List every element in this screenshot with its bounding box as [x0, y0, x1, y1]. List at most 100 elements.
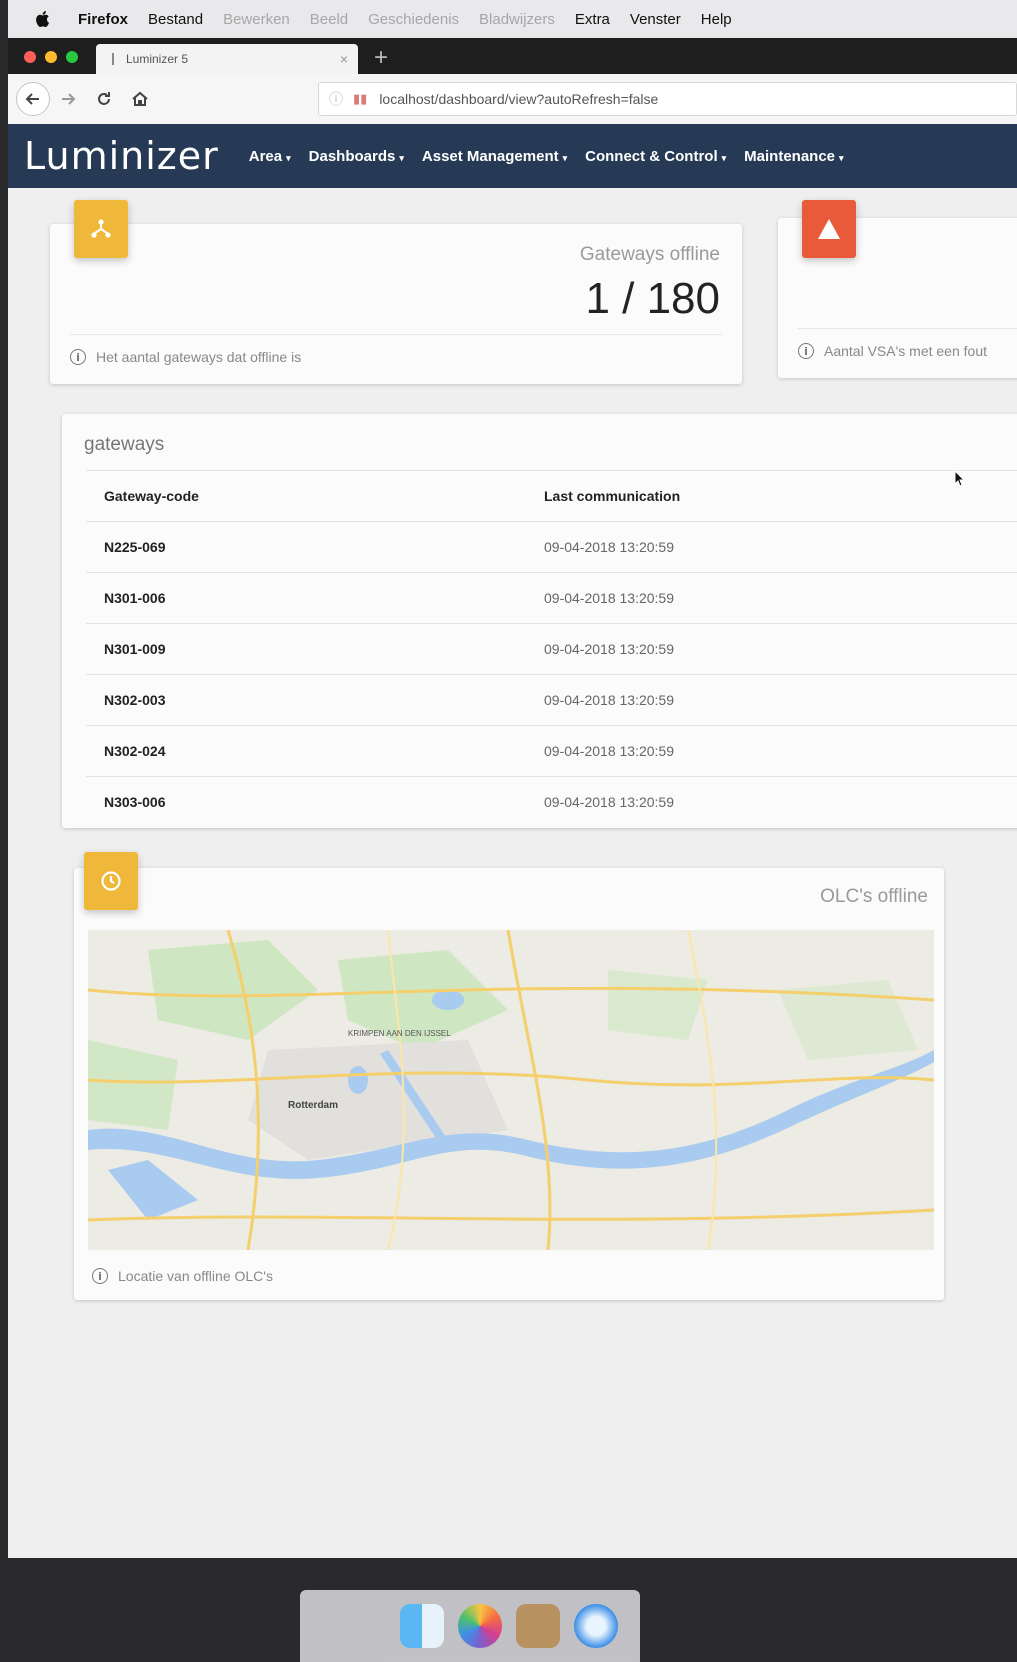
browser-toolbar: ⓘ ▮▮ localhost/dashboard/view?autoRefres… [8, 74, 1017, 125]
table-row[interactable]: N302-024 09-04-2018 13:20:59 [86, 725, 1017, 777]
browser-tabbar: Luminizer 5 × + [8, 38, 1017, 74]
gateway-network-icon [74, 200, 128, 258]
warning-icon [802, 200, 856, 258]
table-row[interactable]: N301-009 09-04-2018 13:20:59 [86, 623, 1017, 675]
safari-icon[interactable] [574, 1604, 618, 1648]
info-icon: i [70, 349, 86, 365]
macos-dock [300, 1590, 640, 1662]
nav-dashboards-label: Dashboards [308, 147, 396, 165]
caret-down-icon: ▾ [839, 152, 844, 163]
tab-favicon-icon [112, 53, 114, 65]
apple-icon[interactable] [34, 9, 52, 29]
menu-venster[interactable]: Venster [630, 11, 681, 28]
minimize-window-button[interactable] [45, 51, 57, 63]
gateway-code-cell: N301-006 [86, 572, 544, 624]
nav-connect-control-label: Connect & Control [585, 147, 718, 165]
menu-bewerken[interactable]: Bewerken [223, 11, 290, 28]
table-header-row: Gateway-code Last communication [86, 470, 1017, 522]
app-logo[interactable]: Luminizer [24, 134, 219, 178]
gateways-offline-value: 1 / 180 [585, 274, 720, 323]
caret-down-icon: ▾ [721, 152, 727, 163]
gateways-table-body: N225-069 09-04-2018 13:20:59 N301-006 09-04… [86, 521, 1017, 827]
finder-icon[interactable] [400, 1604, 444, 1648]
olc-offline-title: OLC's offline [820, 886, 928, 907]
gateway-code-cell: N302-003 [86, 674, 544, 726]
table-row[interactable]: N225-069 09-04-2018 13:20:59 [86, 521, 1017, 573]
back-button[interactable] [16, 82, 50, 116]
macos-menubar: Firefox Bestand Bewerken Beeld Geschiede… [8, 0, 1017, 38]
olc-offline-footer-text: Locatie van offline OLC's [118, 1268, 273, 1284]
triangle-alert-icon [818, 219, 840, 239]
browser-tab[interactable]: Luminizer 5 × [96, 44, 358, 74]
vsa-error-footer: i Aantal VSA's met een fout [798, 328, 1017, 359]
olc-location-map[interactable]: Rotterdam KRIMPEN AAN DEN IJSSEL [88, 930, 934, 1250]
nav-dashboards[interactable]: Dashboards ▾ [309, 148, 404, 165]
gateway-code-cell: N301-009 [86, 623, 544, 675]
olc-offline-card: OLC's offline Rotterdam KRIMPEN AAN DEN … [74, 852, 944, 1300]
home-button[interactable] [122, 81, 158, 117]
menu-bladwijzers[interactable]: Bladwijzers [479, 11, 555, 28]
reload-icon [98, 92, 110, 105]
caret-down-icon: ▾ [399, 152, 404, 163]
caret-down-icon: ▾ [286, 152, 291, 163]
gateways-offline-footer-text: Het aantal gateways dat offline is [96, 349, 302, 365]
network-tree-icon [91, 219, 111, 238]
url-text: localhost/dashboard/view?autoRefresh=fal… [379, 91, 659, 107]
gateway-code-cell: N302-024 [86, 725, 544, 777]
last-communication-cell: 09-04-2018 13:20:59 [544, 572, 1017, 624]
map-label-krimpen: KRIMPEN AAN DEN IJSSEL [348, 1029, 451, 1038]
clock-face-icon [101, 871, 121, 891]
reload-button[interactable] [86, 81, 122, 117]
nav-area-label: Area [248, 147, 283, 165]
gateway-code-cell: N303-006 [86, 776, 544, 827]
last-communication-cell: 09-04-2018 13:20:59 [544, 623, 1017, 675]
info-circle-icon[interactable]: ⓘ [329, 89, 343, 109]
column-header-last-communication[interactable]: Last communication [544, 470, 1017, 522]
info-icon: i [92, 1268, 108, 1284]
olc-offline-footer: i Locatie van offline OLC's [92, 1256, 932, 1284]
photos-icon[interactable] [458, 1604, 502, 1648]
close-window-button[interactable] [24, 51, 36, 63]
table-row[interactable]: N302-003 09-04-2018 13:20:59 [86, 674, 1017, 726]
last-communication-cell: 09-04-2018 13:20:59 [544, 521, 1017, 573]
gateways-table-title: gateways [84, 434, 165, 455]
arrow-right-icon [62, 93, 76, 105]
forward-button[interactable] [50, 81, 86, 117]
maximize-window-button[interactable] [66, 51, 78, 63]
home-icon [132, 91, 148, 106]
info-icon: i [798, 343, 814, 359]
window-controls [24, 51, 78, 63]
gateway-code-cell: N225-069 [86, 521, 544, 573]
lake [348, 1066, 368, 1094]
gateways-table-card: gateways Gateway-code Last communication… [62, 414, 1017, 828]
notebook-icon[interactable] [516, 1604, 560, 1648]
menu-extra[interactable]: Extra [575, 11, 610, 28]
gateways-offline-footer: i Het aantal gateways dat offline is [70, 334, 722, 365]
map-image[interactable]: Rotterdam KRIMPEN AAN DEN IJSSEL [88, 930, 934, 1250]
table-row[interactable]: N301-006 09-04-2018 13:20:59 [86, 572, 1017, 624]
nav-area[interactable]: Area ▾ [249, 148, 291, 165]
column-header-gateway-code[interactable]: Gateway-code [86, 470, 544, 522]
last-communication-cell: 09-04-2018 13:20:59 [544, 674, 1017, 726]
tab-close-icon[interactable]: × [340, 51, 348, 67]
last-communication-cell: 09-04-2018 13:20:59 [544, 725, 1017, 777]
menu-beeld[interactable]: Beeld [310, 11, 348, 28]
nav-connect-control[interactable]: Connect & Control ▾ [585, 148, 726, 165]
vsa-error-footer-text: Aantal VSA's met een fout [824, 343, 987, 359]
menu-help[interactable]: Help [701, 11, 732, 28]
nav-asset-management[interactable]: Asset Management ▾ [422, 148, 567, 165]
mouse-cursor-icon [954, 470, 966, 487]
menu-geschiedenis[interactable]: Geschiedenis [368, 11, 459, 28]
new-tab-button[interactable]: + [374, 46, 388, 70]
dashboard-content: Gateways offline 1 / 180 i Het aantal ga… [8, 188, 1017, 1558]
table-row[interactable]: N303-006 09-04-2018 13:20:59 [86, 776, 1017, 827]
nav-maintenance[interactable]: Maintenance ▾ [744, 148, 843, 165]
gateways-offline-card: Gateways offline 1 / 180 i Het aantal ga… [50, 200, 742, 384]
last-communication-cell: 09-04-2018 13:20:59 [544, 776, 1017, 827]
menu-firefox[interactable]: Firefox [78, 11, 128, 28]
address-bar[interactable]: ⓘ ▮▮ localhost/dashboard/view?autoRefres… [318, 82, 1017, 116]
gateways-table: Gateway-code Last communication N225-069… [86, 470, 1017, 827]
nav-maintenance-label: Maintenance [744, 147, 836, 165]
menu-bestand[interactable]: Bestand [148, 11, 203, 28]
tracking-shield-icon[interactable]: ▮▮ [353, 91, 367, 107]
